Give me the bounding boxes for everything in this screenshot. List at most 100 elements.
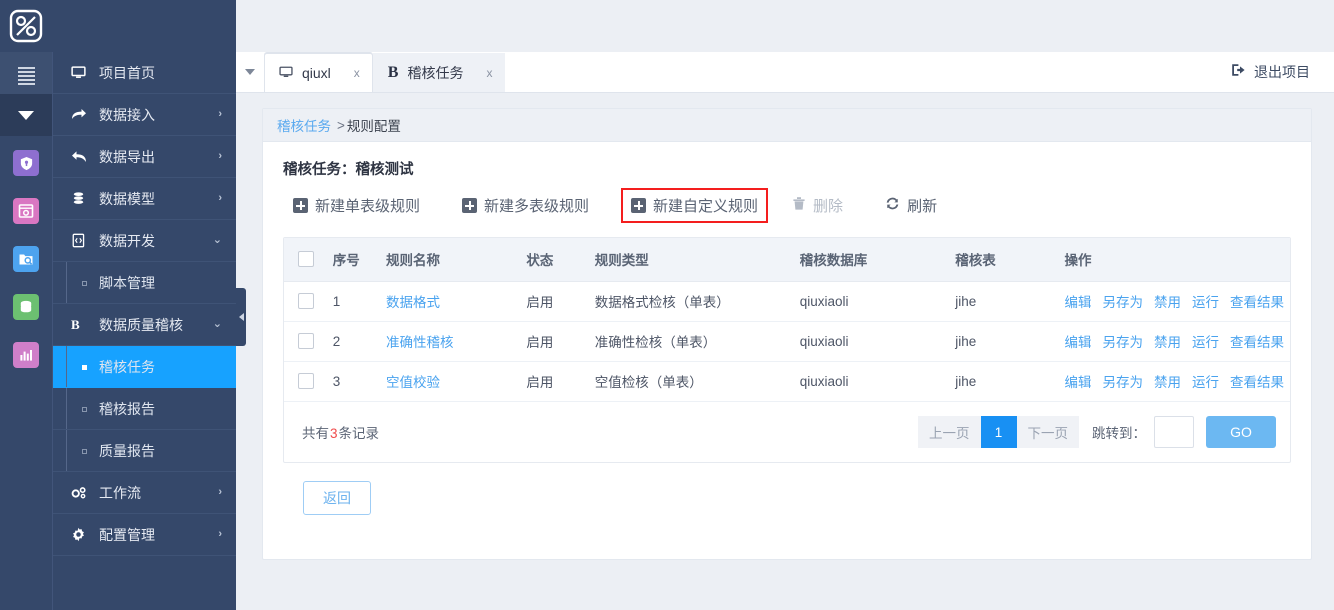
- cell-status: 启用: [520, 320, 589, 361]
- letter-b-icon: B: [387, 64, 399, 81]
- action-run[interactable]: 运行: [1192, 331, 1219, 351]
- sidebar-item-arrow: ›: [218, 192, 222, 204]
- action-save-as[interactable]: 另存为: [1103, 331, 1144, 351]
- row-checkbox[interactable]: [298, 373, 314, 390]
- cell-ops: 编辑 另存为 禁用 运行 查看结果: [1058, 280, 1290, 321]
- action-view-result[interactable]: 查看结果: [1230, 371, 1284, 391]
- cell-status: 启用: [520, 360, 589, 401]
- tab-audit-task[interactable]: B 稽核任务 x: [372, 53, 506, 92]
- back-button[interactable]: 返回: [303, 481, 371, 515]
- tab-bar: qiuxl x B 稽核任务 x 退出项目: [236, 52, 1334, 93]
- header-ops: 操作: [1058, 238, 1290, 281]
- select-all-checkbox[interactable]: [298, 251, 314, 268]
- sidebar-item-data-export[interactable]: 数据导出 ›: [53, 136, 236, 178]
- shield-icon[interactable]: [13, 150, 39, 176]
- refresh-button[interactable]: 刷新: [875, 188, 947, 223]
- percent-square-logo-icon: [9, 9, 43, 43]
- action-view-result[interactable]: 查看结果: [1230, 291, 1284, 311]
- app-logo[interactable]: [0, 0, 52, 52]
- sidebar-item-label: 脚本管理: [99, 274, 155, 291]
- sidebar-item-data-dev[interactable]: 数据开发 ⌄: [53, 220, 236, 262]
- new-single-table-rule-button[interactable]: 新建单表级规则: [283, 188, 430, 223]
- action-save-as[interactable]: 另存为: [1103, 291, 1144, 311]
- tab-label: 稽核任务: [407, 65, 464, 81]
- tree-line: [66, 262, 67, 303]
- new-multi-table-rule-button[interactable]: 新建多表级规则: [452, 188, 599, 223]
- action-disable[interactable]: 禁用: [1154, 371, 1181, 391]
- row-checkbox[interactable]: [298, 293, 314, 309]
- cell-table: jihe: [949, 280, 1059, 321]
- table-row[interactable]: 2 准确性稽核 启用 准确性检核（单表） qiuxiaoli jihe 编辑 另…: [284, 320, 1290, 361]
- pagination-controls: 上一页 1 下一页 跳转到： GO: [918, 416, 1276, 448]
- table-row[interactable]: 3 空值校验 启用 空值检核（单表） qiuxiaoli jihe 编辑 另存为: [284, 360, 1290, 401]
- pagination-bar: 共有3条记录 上一页 1 下一页 跳转到： GO: [284, 401, 1290, 462]
- sidebar-item-arrow: ›: [218, 108, 222, 120]
- action-disable[interactable]: 禁用: [1154, 331, 1181, 351]
- cell-ops: 编辑 另存为 禁用 运行 查看结果: [1058, 360, 1290, 401]
- card-body: 稽核任务：稽核测试 新建单表级规则 新建多表级规则 新建自定义规则 删除 刷新 …: [263, 142, 1311, 515]
- database-icon: [71, 191, 97, 206]
- action-run[interactable]: 运行: [1192, 291, 1219, 311]
- arrow-back-icon: [71, 150, 97, 164]
- cell-db: qiuxiaoli: [793, 280, 950, 321]
- tree-line: [66, 346, 67, 387]
- header-name: 规则名称: [379, 238, 521, 281]
- sidebar-item-data-ingest[interactable]: 数据接入 ›: [53, 94, 236, 136]
- window-gear-icon[interactable]: [13, 198, 39, 224]
- database-icon[interactable]: [13, 294, 39, 320]
- action-edit[interactable]: 编辑: [1065, 371, 1092, 391]
- sidebar-item-arrow: ⌄: [212, 234, 222, 246]
- sidebar-item-home[interactable]: 项目首页: [53, 52, 236, 94]
- tab-close-icon[interactable]: x: [472, 66, 492, 80]
- row-checkbox[interactable]: [298, 333, 314, 349]
- sidebar-item-script-mgmt[interactable]: 脚本管理: [53, 262, 236, 304]
- tab-qiuxl[interactable]: qiuxl x: [264, 53, 373, 92]
- table-row[interactable]: 1 数据格式 启用 数据格式检核（单表） qiuxiaoli jihe 编辑 另…: [284, 280, 1290, 321]
- go-button[interactable]: GO: [1206, 416, 1276, 448]
- action-save-as[interactable]: 另存为: [1103, 371, 1144, 391]
- bar-chart-icon[interactable]: [13, 342, 39, 368]
- breadcrumb-root[interactable]: 稽核任务: [277, 115, 331, 135]
- tree-dot: [82, 448, 87, 454]
- folder-search-icon[interactable]: [13, 246, 39, 272]
- cell-index: 3: [326, 360, 380, 401]
- sidebar-item-label: 数据开发: [99, 232, 155, 249]
- sidebar-item-workflow[interactable]: 工作流 ›: [53, 472, 236, 514]
- rule-name-link[interactable]: 空值校验: [386, 375, 440, 390]
- tab-close-icon[interactable]: x: [340, 66, 360, 80]
- action-edit[interactable]: 编辑: [1065, 291, 1092, 311]
- sidebar-item-audit-task[interactable]: 稽核任务: [53, 346, 236, 388]
- button-label: 新建自定义规则: [653, 198, 759, 215]
- page-number-1[interactable]: 1: [980, 416, 1017, 448]
- delete-button[interactable]: 删除: [782, 188, 853, 223]
- cell-db: qiuxiaoli: [793, 360, 950, 401]
- rail-icon-list: [0, 136, 52, 368]
- sidebar-item-quality-report[interactable]: 质量报告: [53, 430, 236, 472]
- action-disable[interactable]: 禁用: [1154, 291, 1181, 311]
- next-page-button[interactable]: 下一页: [1016, 416, 1079, 448]
- jump-page-input[interactable]: [1154, 416, 1194, 448]
- sidebar-item-label: 工作流: [99, 484, 141, 501]
- rule-name-link[interactable]: 准确性稽核: [386, 335, 454, 350]
- action-edit[interactable]: 编辑: [1065, 331, 1092, 351]
- sidebar-item-audit-report[interactable]: 稽核报告: [53, 388, 236, 430]
- rule-name-link[interactable]: 数据格式: [386, 295, 440, 310]
- button-label: 新建单表级规则: [315, 198, 421, 215]
- sidebar-item-data-quality[interactable]: B 数据质量稽核 ⌄: [53, 304, 236, 346]
- tab-label: qiuxl: [302, 65, 331, 81]
- rail-collapse-button[interactable]: [0, 94, 52, 136]
- button-label: 新建多表级规则: [484, 198, 590, 215]
- sidebar-item-data-model[interactable]: 数据模型 ›: [53, 178, 236, 220]
- sidebar-collapse-handle[interactable]: [236, 288, 246, 346]
- new-custom-rule-button[interactable]: 新建自定义规则: [621, 188, 769, 223]
- action-run[interactable]: 运行: [1192, 371, 1219, 391]
- tabs-dropdown-button[interactable]: [236, 51, 264, 92]
- logout-project-button[interactable]: 退出项目: [1231, 51, 1334, 92]
- app-root: Access Key jupiter: [0, 0, 1334, 610]
- hamburger-menu-button[interactable]: [0, 52, 52, 94]
- sidebar-item-label: 配置管理: [99, 526, 155, 543]
- prev-page-button[interactable]: 上一页: [918, 416, 981, 448]
- row-actions: 编辑 另存为 禁用 运行 查看结果: [1065, 371, 1285, 391]
- sidebar-item-config-mgmt[interactable]: 配置管理 ›: [53, 514, 236, 556]
- action-view-result[interactable]: 查看结果: [1230, 331, 1284, 351]
